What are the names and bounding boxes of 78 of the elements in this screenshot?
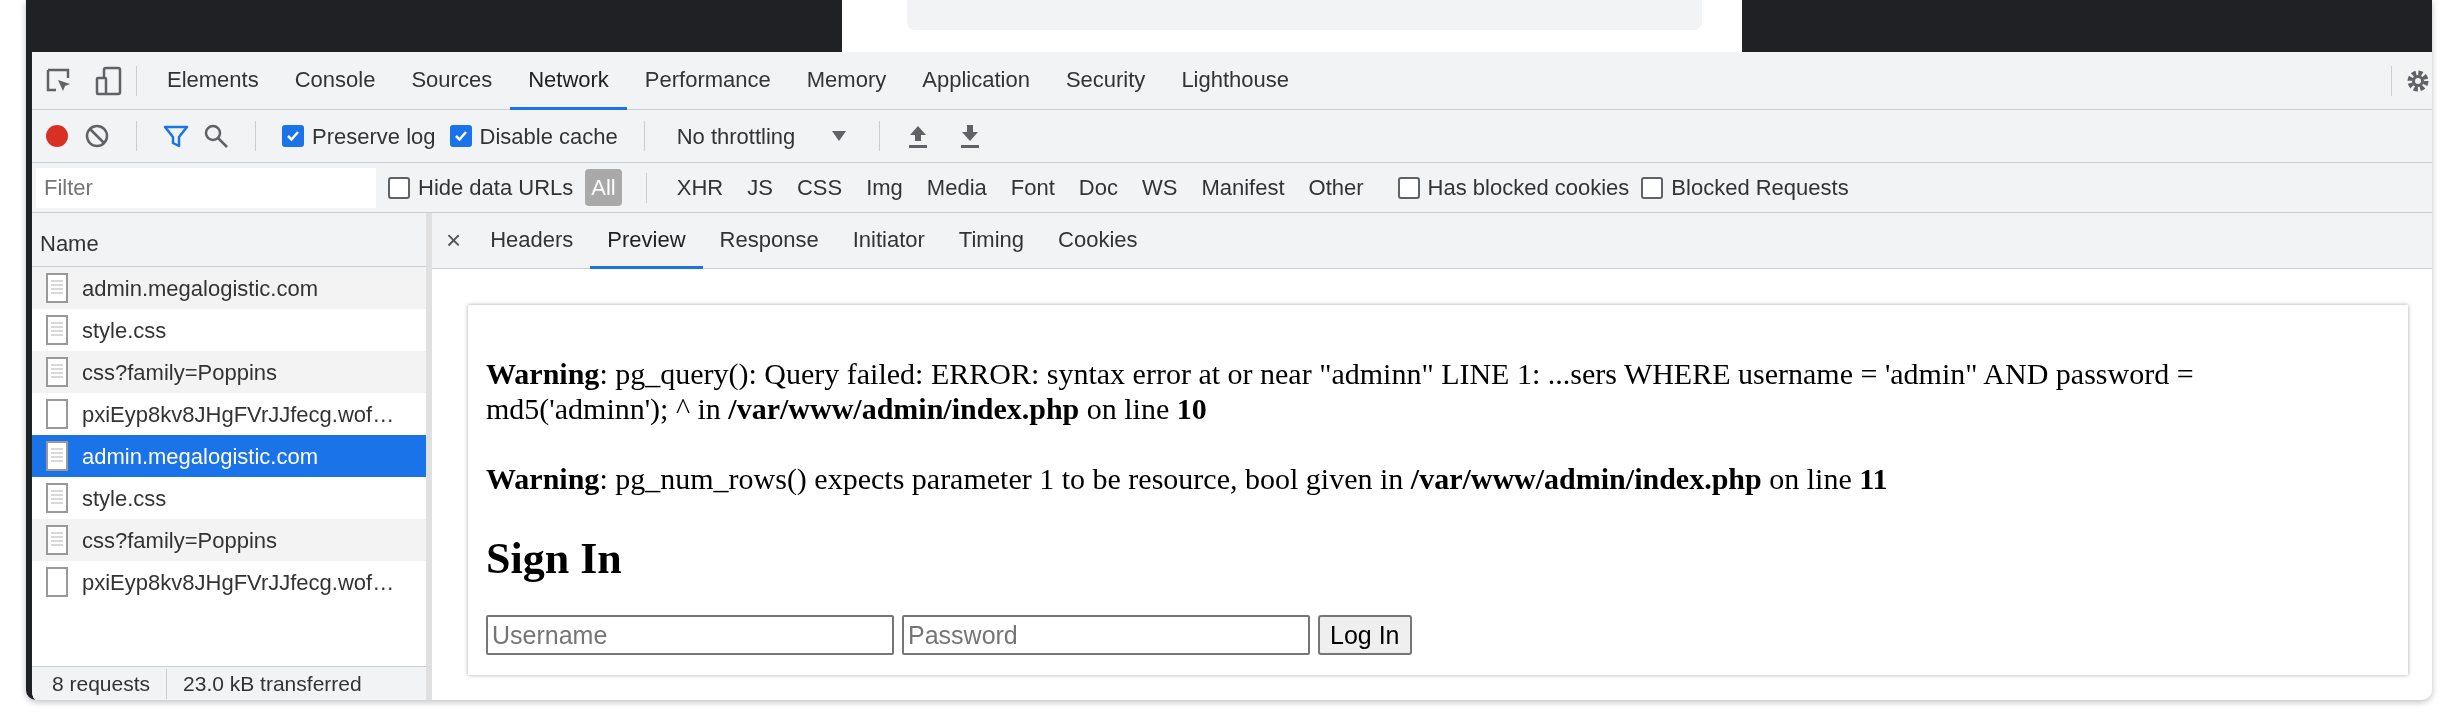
detail-tab[interactable]: Response <box>702 212 836 269</box>
type-filter[interactable]: Doc <box>1072 169 1124 206</box>
type-filter[interactable]: WS <box>1135 169 1184 206</box>
hide-data-urls-label: Hide data URLs <box>418 174 574 202</box>
panel-tab[interactable]: Elements <box>149 51 277 110</box>
filter-icon[interactable] <box>163 123 189 149</box>
request-filter-checkbox[interactable] <box>1641 176 1664 199</box>
type-filter[interactable]: Media <box>920 169 993 206</box>
document-icon <box>46 273 68 303</box>
request-name: pxiEyp8kv8JHgFVrJJfecg.wof… <box>82 568 395 597</box>
filter-field[interactable]: Filter <box>36 167 376 208</box>
panel-tab[interactable]: Application <box>904 51 1048 110</box>
request-row[interactable]: css?family=Poppins <box>32 519 426 561</box>
detail-tab[interactable]: Timing <box>941 212 1042 269</box>
type-filter[interactable]: Font <box>1004 169 1061 206</box>
status-text: 8 requests <box>52 670 151 697</box>
request-row[interactable]: pxiEyp8kv8JHgFVrJJfecg.wof… <box>32 561 426 603</box>
type-filter[interactable]: JS <box>741 169 779 206</box>
toolbar-label: Disable cache <box>479 122 618 151</box>
request-filter-label: Blocked Requests <box>1671 174 1849 202</box>
device-icon[interactable] <box>94 65 124 96</box>
toolbar-checkbox[interactable] <box>449 125 472 147</box>
request-name: style.css <box>82 316 167 345</box>
column-header[interactable]: Name <box>40 227 99 260</box>
request-name: style.css <box>82 484 167 513</box>
request-row[interactable]: admin.megalogistic.com <box>32 435 426 477</box>
file-icon <box>46 399 68 429</box>
username-field[interactable]: Username <box>486 615 894 656</box>
request-name: admin.megalogistic.com <box>82 274 318 303</box>
panel-tab[interactable]: Sources <box>393 51 511 110</box>
type-filter[interactable]: Other <box>1302 169 1370 206</box>
sign-in-heading: Sign In <box>486 532 623 585</box>
request-row[interactable]: css?family=Poppins <box>32 351 426 393</box>
document-icon <box>46 315 68 345</box>
request-filter-label: Has blocked cookies <box>1427 174 1630 202</box>
panel-tab[interactable]: Performance <box>626 51 789 110</box>
request-name: css?family=Poppins <box>82 358 278 387</box>
check-icon <box>286 129 300 143</box>
detail-tab[interactable]: Headers <box>473 212 591 269</box>
check-icon <box>453 129 468 143</box>
document-icon <box>46 357 68 387</box>
request-filter-checkbox[interactable] <box>1397 176 1420 199</box>
close-button[interactable]: × <box>432 221 474 260</box>
hide-data-urls-checkbox[interactable] <box>388 176 410 199</box>
record-icon[interactable] <box>44 123 70 149</box>
request-row[interactable]: style.css <box>32 309 426 351</box>
toolbar-label: Preserve log <box>312 122 436 151</box>
panel-tab[interactable]: Memory <box>788 51 905 110</box>
panel-tab[interactable]: Security <box>1047 51 1164 110</box>
password-field[interactable]: Password <box>902 615 1310 656</box>
file-icon <box>46 567 68 597</box>
panel-tab[interactable]: Console <box>276 51 394 110</box>
document-icon <box>46 441 68 471</box>
request-row[interactable]: pxiEyp8kv8JHgFVrJJfecg.wof… <box>32 393 426 435</box>
login-button[interactable]: Log In <box>1318 615 1412 656</box>
request-name: pxiEyp8kv8JHgFVrJJfecg.wof… <box>82 400 395 429</box>
type-filter[interactable]: Img <box>860 169 909 206</box>
detail-tab[interactable]: Initiator <box>835 212 942 269</box>
clear-icon[interactable] <box>84 123 110 149</box>
type-filter[interactable]: Manifest <box>1195 169 1291 206</box>
status-text: 23.0 kB transferred <box>183 670 362 697</box>
request-name: css?family=Poppins <box>82 526 278 555</box>
type-filter[interactable]: XHR <box>670 169 730 206</box>
detail-tab[interactable]: Cookies <box>1041 212 1155 269</box>
request-row[interactable]: admin.megalogistic.com <box>32 267 426 309</box>
type-filter[interactable]: CSS <box>790 169 849 206</box>
search-icon[interactable] <box>203 123 229 149</box>
document-icon <box>46 525 68 555</box>
throttling-dropdown[interactable]: No throttling <box>670 117 854 155</box>
warning-message: Warning: pg_num_rows() expects parameter 1 to be resource, bool given in /var/www/admin/index.php on line 11 <box>486 462 1889 497</box>
toolbar-checkbox[interactable] <box>282 125 304 147</box>
panel-tab[interactable]: Lighthouse <box>1163 51 1308 110</box>
warning-message: Warning: pg_query(): Query failed: ERROR: syntax error at or near "adminn" LINE 1: ...sers WHERE username = 'admin" AND password = md5('adminn'); ^ in /var/www/admin/index.php on line 10 <box>486 357 2195 426</box>
detail-tab[interactable]: Preview <box>590 212 703 269</box>
request-row[interactable]: style.css <box>32 477 426 519</box>
request-name: admin.megalogistic.com <box>82 442 318 471</box>
document-icon <box>46 483 68 513</box>
caret-icon <box>831 130 848 142</box>
